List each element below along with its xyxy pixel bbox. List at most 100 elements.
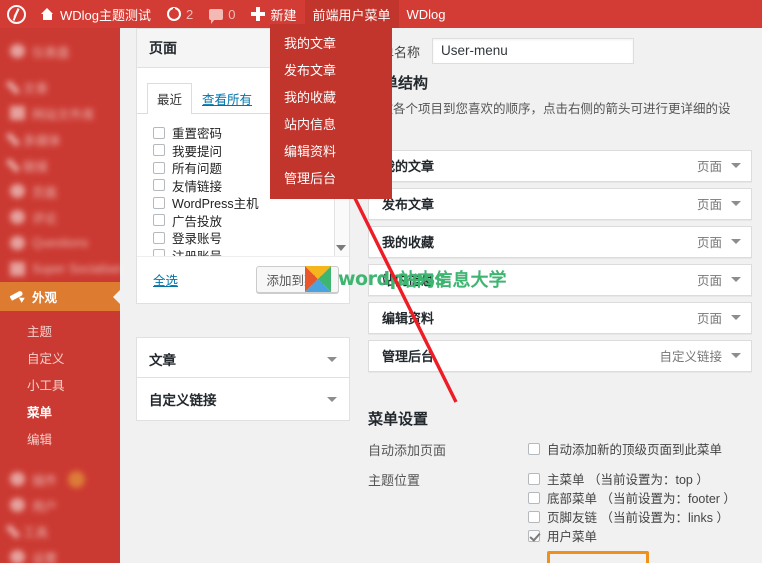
wordpress-logo-button[interactable] xyxy=(0,0,32,28)
checkbox-icon[interactable] xyxy=(528,442,540,455)
sidebar-item-questions[interactable]: Questions xyxy=(0,230,120,256)
tools-icon xyxy=(5,523,21,539)
menu-item-row[interactable]: 我的文章 页面 xyxy=(368,149,752,182)
checkbox-icon[interactable] xyxy=(153,179,165,192)
checkbox-icon[interactable] xyxy=(153,196,165,209)
add-to-menu-button[interactable]: 添加到菜单 xyxy=(256,266,339,293)
site-name-button[interactable]: WDlog主题测试 xyxy=(32,0,159,28)
menu-structure-title: 菜单结构 xyxy=(368,75,429,92)
dropdown-item-site-messages[interactable]: 站内信息 xyxy=(270,110,392,137)
chevron-down-icon[interactable] xyxy=(327,356,337,362)
menu-item-title: 站内信息 xyxy=(382,273,435,288)
menu-settings-title: 菜单设置 xyxy=(368,411,429,428)
comments-button[interactable]: 0 xyxy=(201,0,243,28)
chevron-down-icon[interactable] xyxy=(731,277,741,282)
chevron-down-icon[interactable] xyxy=(731,315,741,320)
menu-item-row[interactable]: 编辑资料 页面 xyxy=(368,301,752,334)
tab-view-all[interactable]: 查看所有 xyxy=(192,83,262,114)
sidebar-item-comments[interactable]: 评论 xyxy=(0,204,120,230)
location-option-label: 页脚友链 （当前设置为：links ） xyxy=(547,511,729,525)
dashboard-icon xyxy=(10,44,25,58)
checkbox-icon[interactable] xyxy=(153,214,165,227)
dropdown-item-edit-profile[interactable]: 编辑资料 xyxy=(270,137,392,164)
sidebar-item-label: 外观 xyxy=(32,291,58,305)
menu-item-row[interactable]: 管理后台 自定义链接 xyxy=(368,339,752,372)
checkbox-icon[interactable] xyxy=(528,529,540,542)
plugin-update-badge xyxy=(68,470,86,488)
chevron-down-icon[interactable] xyxy=(327,396,337,402)
checkbox-icon[interactable] xyxy=(528,472,540,485)
checkbox-icon[interactable] xyxy=(153,231,165,244)
chevron-down-icon[interactable] xyxy=(731,163,741,168)
checkbox-icon[interactable] xyxy=(153,144,165,157)
dropdown-item-admin-panel[interactable]: 管理后台 xyxy=(270,164,392,191)
checkbox-icon[interactable] xyxy=(153,249,165,256)
sidebar-item-label: Questions xyxy=(32,236,89,250)
posts-metabox-collapsed[interactable]: 文章 xyxy=(136,337,350,381)
sidebar-item-settings[interactable]: 设置 xyxy=(0,544,120,563)
user-icon xyxy=(10,498,25,512)
sidebar-item-menus[interactable]: 菜单 xyxy=(0,398,120,425)
sidebar-item-tools[interactable]: 工具 xyxy=(0,518,120,544)
chevron-down-icon[interactable] xyxy=(731,239,741,244)
pages-metabox-footer: 全选 添加到菜单 xyxy=(137,256,349,303)
select-all-link[interactable]: 全选 xyxy=(153,270,178,289)
list-item[interactable]: 广告投放 xyxy=(153,212,339,230)
checkbox-icon[interactable] xyxy=(528,510,540,523)
location-option-links[interactable]: 页脚友链 （当前设置为：links ） xyxy=(528,507,736,526)
chevron-down-icon[interactable] xyxy=(731,353,741,358)
auto-add-row: 自动添加页面 自动添加新的顶级页面到此菜单 xyxy=(368,439,752,459)
menu-item-title: 管理后台 xyxy=(382,349,435,364)
posts-metabox-title: 文章 xyxy=(149,353,176,368)
checkbox-icon[interactable] xyxy=(528,491,540,504)
theme-locations-options: 主菜单 （当前设置为：top ） 底部菜单 （当前设置为：footer ） 页脚… xyxy=(528,469,736,545)
menu-item-row[interactable]: 我的收藏 页面 xyxy=(368,225,752,258)
chevron-down-icon[interactable] xyxy=(336,245,346,251)
location-option-top[interactable]: 主菜单 （当前设置为：top ） xyxy=(528,469,736,488)
menu-item-row[interactable]: 站内信息 页面 xyxy=(368,263,752,296)
sidebar-item-label: 插件 xyxy=(32,473,58,488)
brand-button[interactable]: WDlog xyxy=(399,0,454,28)
menu-item-type: 页面 xyxy=(696,198,722,212)
menu-item-row[interactable]: 发布文章 页面 xyxy=(368,187,752,220)
tab-recent[interactable]: 最近 xyxy=(147,83,193,114)
menu-name-input[interactable] xyxy=(432,38,635,64)
custom-links-metabox-collapsed[interactable]: 自定义链接 xyxy=(136,377,350,421)
checkbox-icon[interactable] xyxy=(153,161,165,174)
list-item[interactable]: 登录账号 xyxy=(153,229,339,247)
sidebar-item-media[interactable]: 多媒体 xyxy=(0,126,120,152)
dropdown-item-my-posts[interactable]: 我的文章 xyxy=(270,29,392,56)
sidebar-item-dashboard[interactable]: 仪表盘 xyxy=(0,38,120,64)
menu-item-type: 页面 xyxy=(696,160,722,174)
sidebar-item-widgets[interactable]: 小工具 xyxy=(0,371,120,398)
sidebar-item-social[interactable]: Super Socialiser xyxy=(0,256,123,282)
sidebar-item-plugins[interactable]: 插件 xyxy=(0,466,120,492)
auto-add-option[interactable]: 自动添加新的顶级页面到此菜单 xyxy=(528,439,722,458)
chevron-down-icon[interactable] xyxy=(731,201,741,206)
checkbox-icon[interactable] xyxy=(153,126,165,139)
dropdown-item-publish-post[interactable]: 发布文章 xyxy=(270,56,392,83)
menu-structure-description: 拖放各个项目到您喜欢的顺序，点击右侧的箭头可进行更详细的设置。 xyxy=(368,102,731,135)
brand-label: WDlog xyxy=(406,6,446,22)
menu-name-row: 菜单名称 xyxy=(368,38,635,64)
list-item-label: 登录账号 xyxy=(172,232,223,247)
sidebar-item-appearance[interactable]: 外观 xyxy=(0,282,120,311)
sidebar-item-pages[interactable]: 页面 xyxy=(0,178,120,204)
sidebar-item-editor[interactable]: 编辑 xyxy=(0,425,120,452)
sidebar-item-themes[interactable]: 主题 xyxy=(0,317,120,344)
updates-button[interactable]: 2 xyxy=(159,0,201,28)
theme-locations-label: 主题位置 xyxy=(368,473,421,488)
sidebar-item-label: 多媒体 xyxy=(23,133,61,148)
list-item[interactable]: 注册账号 xyxy=(153,247,339,256)
sidebar-item-links[interactable]: 链接 xyxy=(0,152,120,178)
brush-icon xyxy=(10,290,25,304)
dropdown-item-my-favorites[interactable]: 我的收藏 xyxy=(270,83,392,110)
sidebar-item-filebase[interactable]: 网站文件库 xyxy=(0,100,120,126)
location-option-user-menu[interactable]: 用户菜单 xyxy=(528,526,736,545)
sidebar-item-customize[interactable]: 自定义 xyxy=(0,344,120,371)
menu-settings-section: 菜单设置 自动添加页面 自动添加新的顶级页面到此菜单 主题位置 主菜单 （当前设… xyxy=(368,408,752,563)
sidebar-item-posts[interactable]: 文章 xyxy=(0,74,120,100)
location-option-footer[interactable]: 底部菜单 （当前设置为：footer ） xyxy=(528,488,736,507)
sidebar-item-users[interactable]: 用户 xyxy=(0,492,120,518)
